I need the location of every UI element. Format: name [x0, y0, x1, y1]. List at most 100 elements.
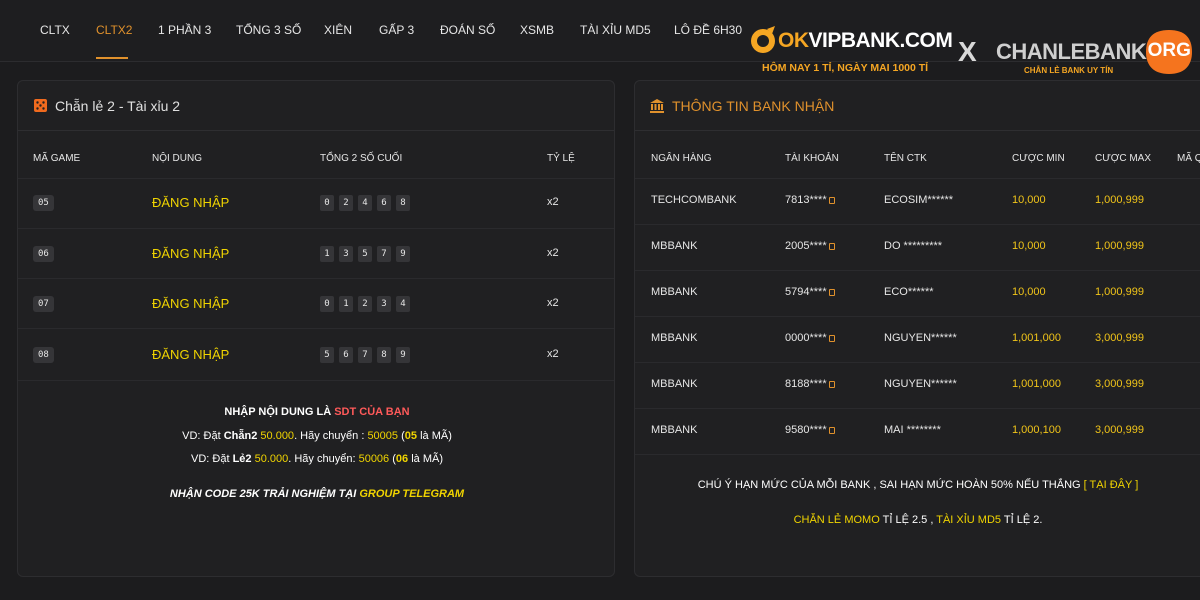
digit-badge: 5 [320, 347, 334, 363]
okvipbank-logo[interactable]: OKVIPBANK.COM [750, 24, 953, 58]
col-header-ma-q: MÃ Q [1177, 153, 1200, 164]
bank-name: MBBANK [651, 424, 698, 436]
digit-badge: 7 [358, 347, 372, 363]
col-header-tai-khoan: TÀI KHOẢN [785, 153, 839, 164]
game-code: 05 [33, 195, 54, 211]
digit-group: 01234 [320, 296, 415, 312]
tab-doan-so[interactable]: ĐOÁN SỐ [440, 23, 495, 37]
col-header-cuoc-max: CƯỢC MAX [1095, 153, 1152, 164]
digit-badge: 3 [377, 296, 391, 312]
tab-xien[interactable]: XIÊN [324, 23, 352, 37]
okvipbank-wordmark: OKVIPBANK.COM [778, 29, 953, 52]
bank-row: MBBANK 2005**** DO ********* 10,000 1,00… [635, 225, 1200, 271]
login-link[interactable]: ĐĂNG NHẬP [152, 246, 229, 261]
chanlebank-wordmark: CHANLEBANK [996, 39, 1147, 64]
active-tab-indicator [96, 57, 128, 59]
copy-icon[interactable] [828, 335, 835, 342]
game-table-header: MÃ GAME NỘI DUNG TỔNG 2 SỐ CUỐI TỶ LỆ [18, 132, 614, 179]
tab-cltx2[interactable]: CLTX2 [96, 23, 132, 37]
bank-panel-header: THÔNG TIN BANK NHẬN [635, 81, 1200, 131]
game-panel: Chẵn lẻ 2 - Tài xỉu 2 MÃ GAME NỘI DUNG T… [17, 80, 615, 577]
telegram-group-link[interactable]: GROUP TELEGRAM [359, 488, 464, 500]
digit-group: 13579 [320, 246, 415, 262]
col-header-ty-le: TỶ LỆ [547, 153, 575, 164]
max-bet: 1,000,999 [1095, 286, 1144, 298]
tab-xsmb[interactable]: XSMB [520, 23, 554, 37]
digit-badge: 1 [339, 296, 353, 312]
game-code: 06 [33, 246, 54, 262]
tab-lo-de-6h30[interactable]: LÔ ĐỀ 6H30 [674, 23, 742, 37]
account-holder: ECOSIM****** [884, 194, 954, 206]
copy-icon[interactable] [828, 289, 835, 296]
account-holder: MAI ******** [884, 424, 941, 436]
digit-badge: 1 [320, 246, 334, 262]
bank-name: TECHCOMBANK [651, 194, 737, 206]
tab-cltx[interactable]: CLTX [40, 23, 70, 37]
example-even: VD: Đặt Chẵn2 50.000. Hãy chuyển : 50005… [182, 430, 452, 442]
account-number[interactable]: 9580**** [785, 424, 835, 436]
digit-badge: 4 [396, 296, 410, 312]
login-link[interactable]: ĐĂNG NHẬP [152, 195, 229, 210]
digit-badge: 6 [377, 195, 391, 211]
bank-panel-title: THÔNG TIN BANK NHẬN [672, 97, 835, 114]
account-number[interactable]: 5794**** [785, 286, 835, 298]
account-holder: NGUYEN****** [884, 332, 957, 344]
digit-badge: 0 [320, 195, 334, 211]
digit-group: 02468 [320, 195, 415, 211]
tab-tong-3-so[interactable]: TỔNG 3 SỐ [236, 23, 301, 37]
copy-icon[interactable] [828, 427, 835, 434]
account-number[interactable]: 0000**** [785, 332, 835, 344]
okvip-slogan: HÔM NAY 1 TỈ, NGÀY MAI 1000 TỈ [762, 62, 929, 74]
chan-le-momo-link[interactable]: CHẴN LẺ MOMO [794, 514, 880, 526]
copy-icon[interactable] [828, 381, 835, 388]
login-link[interactable]: ĐĂNG NHẬP [152, 347, 229, 362]
bank-name: MBBANK [651, 378, 698, 390]
digit-badge: 3 [339, 246, 353, 262]
bank-name: MBBANK [651, 240, 698, 252]
phone-highlight: SDT CỦA BẠN [334, 406, 410, 418]
game-panel-header: Chẵn lẻ 2 - Tài xỉu 2 [18, 81, 614, 131]
ratio: x2 [547, 247, 559, 259]
game-code: 08 [33, 347, 54, 363]
digit-badge: 8 [396, 195, 410, 211]
min-bet: 10,000 [1012, 286, 1046, 298]
digit-badge: 7 [377, 246, 391, 262]
ratio: x2 [547, 297, 559, 309]
account-holder: NGUYEN****** [884, 378, 957, 390]
col-header-ma-game: MÃ GAME [33, 153, 81, 164]
bank-row: MBBANK 5794**** ECO****** 10,000 1,000,9… [635, 271, 1200, 317]
bank-row: TECHCOMBANK 7813**** ECOSIM****** 10,000… [635, 179, 1200, 225]
tab-tai-xiu-md5[interactable]: TÀI XỈU MD5 [580, 23, 651, 37]
digit-badge: 9 [396, 347, 410, 363]
digit-badge: 0 [320, 296, 334, 312]
ratio: x2 [547, 348, 559, 360]
top-nav: CLTX CLTX2 1 PHẦN 3 TỔNG 3 SỐ XIÊN GẤP 3… [0, 0, 1200, 75]
copy-icon[interactable] [828, 243, 835, 250]
limit-details-link[interactable]: [ TẠI ĐÂY ] [1084, 479, 1139, 491]
col-header-ngan-hang: NGÂN HÀNG [651, 153, 712, 164]
min-bet: 1,001,000 [1012, 332, 1061, 344]
copy-icon[interactable] [828, 197, 835, 204]
org-badge-icon: ORG [1144, 28, 1194, 76]
brand-separator: X [958, 36, 977, 67]
account-number[interactable]: 2005**** [785, 240, 835, 252]
tab-gap-3[interactable]: GẤP 3 [379, 23, 414, 37]
account-number[interactable]: 8188**** [785, 378, 835, 390]
min-bet: 1,000,100 [1012, 424, 1061, 436]
max-bet: 3,000,999 [1095, 424, 1144, 436]
chanlebank-slogan: CHẴN LẺ BANK UY TÍN [1024, 66, 1114, 75]
min-bet: 10,000 [1012, 240, 1046, 252]
account-holder: ECO****** [884, 286, 934, 298]
game-row: 06 ĐĂNG NHẬP 13579 x2 [18, 229, 614, 279]
col-header-cuoc-min: CƯỢC MIN [1012, 153, 1065, 164]
max-bet: 1,000,999 [1095, 240, 1144, 252]
digit-group: 56789 [320, 347, 415, 363]
account-number[interactable]: 7813**** [785, 194, 835, 206]
max-bet: 1,000,999 [1095, 194, 1144, 206]
tai-xiu-md5-link[interactable]: TÀI XỈU MD5 [936, 514, 1001, 526]
bank-panel: THÔNG TIN BANK NHẬN NGÂN HÀNG TÀI KHOẢN … [634, 80, 1200, 577]
bank-row: MBBANK 8188**** NGUYEN****** 1,001,000 3… [635, 363, 1200, 409]
col-header-tong-2-so: TỔNG 2 SỐ CUỐI [320, 153, 403, 164]
login-link[interactable]: ĐĂNG NHẬP [152, 296, 229, 311]
tab-1-phan-3[interactable]: 1 PHẦN 3 [158, 23, 211, 37]
